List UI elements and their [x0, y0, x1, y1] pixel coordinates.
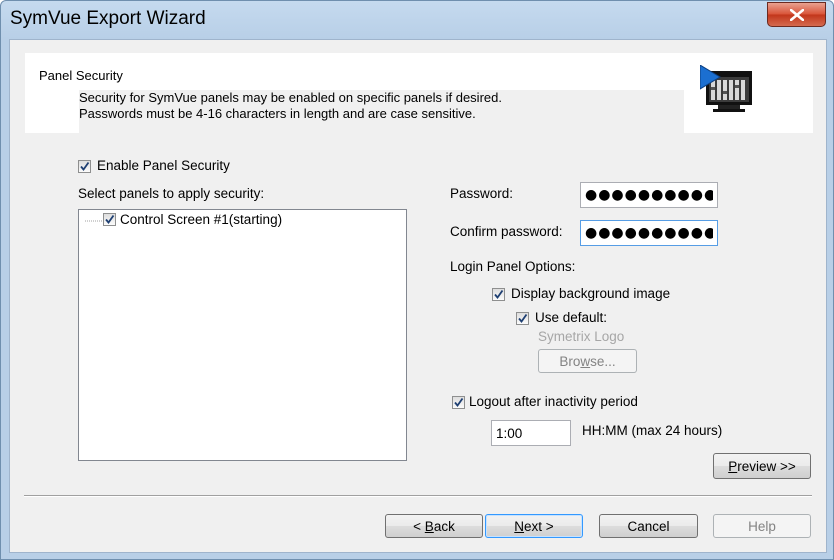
panel-item-checkbox[interactable] [103, 213, 116, 226]
back-button[interactable]: < Back [385, 514, 483, 538]
close-icon [789, 8, 804, 21]
footer-separator [24, 495, 812, 497]
wizard-window: SymVue Export Wizard Panel Security Secu… [0, 0, 834, 560]
logout-checkbox[interactable] [452, 396, 465, 409]
display-background-checkbox[interactable] [492, 288, 505, 301]
panels-list-label: Select panels to apply security: [78, 186, 265, 201]
browse-button[interactable]: Bro w se... [538, 349, 637, 373]
display-background-label[interactable]: Display background image [511, 286, 670, 301]
inactivity-time-field[interactable] [491, 420, 571, 446]
close-button[interactable] [767, 2, 826, 27]
panel-item-label[interactable]: Control Screen #1(starting) [120, 212, 282, 227]
confirm-password-label: Confirm password: [450, 224, 563, 239]
page-title: Panel Security [39, 68, 123, 83]
page-header: Panel Security Security for SymVue panel… [25, 53, 813, 139]
checkmark-icon [80, 161, 90, 171]
tree-connector [85, 220, 105, 222]
next-label-key: N [514, 518, 525, 534]
enable-security-label[interactable]: Enable Panel Security [97, 158, 230, 173]
inactivity-unit-label: HH:MM (max 24 hours) [582, 423, 723, 438]
checkmark-icon [105, 214, 115, 224]
cancel-button[interactable]: Cancel [599, 514, 698, 538]
page-description: Security for SymVue panels may be enable… [79, 90, 684, 139]
default-image-name: Symetrix Logo [538, 329, 625, 344]
password-field[interactable] [580, 182, 718, 208]
browse-label-post: se... [590, 353, 616, 369]
preview-label-key: P [728, 458, 738, 474]
use-default-label[interactable]: Use default: [535, 310, 607, 325]
description-line-1: Security for SymVue panels may be enable… [79, 90, 502, 105]
checkmark-icon [494, 289, 504, 299]
preview-button[interactable]: Preview >> [713, 453, 811, 479]
back-label-post: ack [433, 518, 455, 534]
help-button[interactable]: Help [713, 514, 811, 538]
confirm-password-field[interactable] [580, 220, 718, 246]
symvue-logo-icon [700, 65, 752, 112]
browse-label-pre: Bro [559, 353, 581, 369]
password-label: Password: [450, 186, 514, 201]
login-options-label: Login Panel Options: [450, 259, 576, 274]
back-label-pre: < [413, 518, 425, 534]
logout-label[interactable]: Logout after inactivity period [469, 394, 638, 409]
browse-label-key: w [580, 353, 591, 369]
checkmark-icon [454, 397, 464, 407]
wizard-client: Panel Security Security for SymVue panel… [9, 39, 827, 553]
checkmark-icon [518, 313, 528, 323]
panels-tree[interactable]: Control Screen #1(starting) [78, 209, 407, 461]
preview-label-rest: review >> [737, 458, 796, 474]
next-button[interactable]: Next > [485, 514, 583, 538]
window-title: SymVue Export Wizard [10, 8, 206, 29]
back-label-key: B [424, 518, 434, 534]
next-label-post: ext > [524, 518, 554, 534]
enable-security-checkbox[interactable] [78, 160, 91, 173]
description-line-2: Passwords must be 4-16 characters in len… [79, 106, 476, 121]
use-default-checkbox[interactable] [516, 312, 529, 325]
